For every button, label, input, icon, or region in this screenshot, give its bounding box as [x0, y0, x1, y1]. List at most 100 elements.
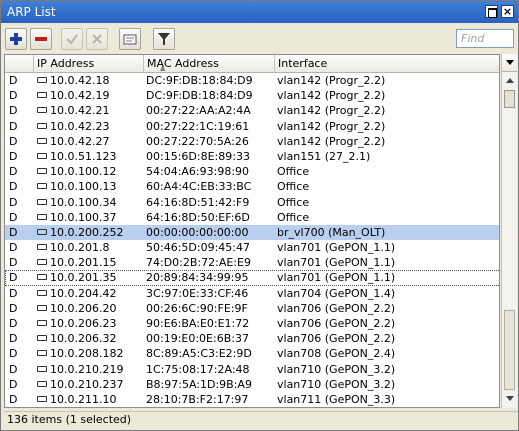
table-row[interactable]: D 10.0.201.8 50:46:5D:09:45:47 vlan701 (GeP… [5, 240, 499, 255]
comment-button[interactable] [119, 28, 141, 50]
row-ip-address: 10.0.201.8 [37, 240, 143, 255]
table-body: D 10.0.42.18 DC:9F:DB:18:84:D9 vlan142 (Pro… [5, 73, 500, 408]
row-mac-address: 3C:97:0E:33:CF:46 [146, 286, 249, 300]
minus-icon [35, 37, 47, 41]
restore-icon[interactable] [485, 5, 498, 18]
row-ip-text: 10.0.42.18 [50, 74, 110, 87]
network-card-icon [37, 244, 47, 251]
row-ip-text: 10.0.51.123 [50, 149, 117, 163]
table-row[interactable]: D 10.0.42.18 DC:9F:DB:18:84:D9 vlan142 (Pro… [5, 73, 499, 88]
network-card-icon [37, 335, 47, 342]
row-interface: Office [277, 195, 310, 209]
column-header-ip-address[interactable]: IP Address ▲ [34, 55, 165, 72]
row-mac-address: 28:10:7B:F2:17:97 [146, 392, 249, 406]
row-mac-address: 50:46:5D:5E:C2:75 [146, 407, 274, 408]
column-menu-button[interactable] [502, 54, 517, 72]
row-ip-text: 10.0.42.21 [50, 104, 110, 118]
add-button[interactable] [5, 28, 27, 50]
table-row[interactable]: D 10.0.100.12 54:04:A6:93:98:90 Office [5, 164, 499, 179]
row-mac-address: 64:16:8D:51:42:F9 [146, 195, 250, 209]
row-mac-address: 1C:75:08:17:2A:48 [146, 362, 250, 376]
table-row[interactable]: D 10.0.201.15 74:D0:2B:72:AE:E9 vlan701 (Ge… [5, 255, 499, 270]
scroll-down-icon[interactable] [503, 392, 516, 405]
row-interface: vlan710 (GePON_3.2) [277, 377, 396, 391]
row-ip-address: 10.0.208.182 [37, 346, 143, 361]
column-header-mac-address[interactable]: MAC Address [144, 55, 275, 72]
table-row[interactable]: D 10.0.206.32 00:19:E0:0E:6B:37 vlan706 (Ge… [5, 331, 499, 346]
row-ip-address: 10.0.206.32 [37, 331, 143, 346]
table-row[interactable]: D 10.0.100.34 64:16:8D:51:42:F9 Office [5, 195, 499, 210]
table-row[interactable]: D 10.0.100.37 64:16:8D:50:EF:6D Office [5, 210, 499, 225]
row-flag: D [9, 180, 18, 194]
table-row[interactable]: D 10.0.206.20 00:26:6C:90:FE:9F vlan706 (Ge… [5, 301, 499, 316]
table-header: IP Address ▲ MAC Address Interface [5, 55, 499, 73]
row-interface: vlan711 (GePON_3.3) [277, 392, 396, 406]
row-ip-address: 10.0.211.10 [37, 392, 143, 407]
row-flag: D [9, 119, 18, 133]
filter-button[interactable] [153, 28, 175, 50]
row-flag: D [9, 377, 18, 391]
network-card-icon [37, 137, 47, 144]
column-header-flag[interactable] [5, 55, 34, 72]
table-row[interactable]: D 10.0.51.123 00:15:6D:8E:89:33 vlan151 (27… [5, 149, 499, 164]
table-row[interactable]: D 10.0.201.35 20:89:84:34:99:95 vlan701 (Ge… [5, 270, 499, 286]
row-flag: D [9, 241, 18, 255]
network-card-icon [37, 168, 47, 175]
table-row[interactable]: D 10.0.42.21 00:27:22:AA:A2:4A vlan142 (Pro… [5, 103, 499, 118]
row-ip-text: 10.0.204.42 [50, 286, 117, 300]
row-ip-text: 10.0.42.19 [50, 89, 110, 103]
row-flag: D [9, 392, 18, 406]
table-row[interactable]: D 10.0.210.219 1C:75:08:17:2A:48 vlan710 (G… [5, 362, 499, 377]
window-title: ARP List [7, 5, 56, 19]
row-ip-text: 10.0.206.20 [50, 301, 117, 315]
table-row[interactable]: D 10.0.211.10 28:10:7B:F2:17:97 vlan711 (Ge… [5, 392, 499, 407]
table-row[interactable]: D 10.0.208.182 8C:89:A5:C3:E2:9D vlan708 (G… [5, 346, 499, 361]
table-row[interactable]: D 10.0.200.252 00:00:00:00:00:00 br_vl700 (… [5, 224, 499, 241]
table-row[interactable]: D 10.0.210.237 B8:97:5A:1D:9B:A9 vlan710 (G… [5, 377, 499, 392]
disable-button[interactable] [86, 28, 108, 50]
table-row[interactable]: D 10.0.42.27 00:27:22:70:5A:26 vlan142 (Pro… [5, 134, 499, 149]
row-ip-address: 10.0.200.252 [37, 225, 143, 240]
row-flag: D [9, 256, 18, 270]
row-ip-address: 10.0.210.219 [37, 362, 143, 377]
row-interface: vlan701 (GePON_1.1) [277, 271, 396, 285]
row-ip-text: 10.0.206.32 [50, 332, 117, 346]
table-row[interactable]: D 10.0.206.23 90:E6:BA:E0:E1:72 vlan706 (Ge… [5, 316, 499, 331]
row-interface: Office [277, 165, 310, 179]
row-interface: vlan142 (Progr_2.2) [277, 119, 386, 133]
scroll-up-icon[interactable] [503, 74, 516, 87]
row-ip-text: 10.0.100.37 [50, 210, 117, 224]
row-interface: vlan704 (GePON_1.4) [277, 286, 396, 300]
x-icon [92, 34, 102, 44]
row-flag: D [9, 317, 18, 330]
row-ip-text: 10.0.206.23 [50, 317, 117, 330]
table-row[interactable]: D 10.0.204.42 3C:97:0E:33:CF:46 vlan704 (Ge… [5, 286, 499, 301]
table-row[interactable]: D 10.0.100.13 60:A4:4C:EB:33:BC Office [5, 179, 499, 194]
vertical-scrollbar[interactable] [501, 54, 517, 408]
title-bar[interactable]: ARP List × [1, 1, 518, 23]
table-row[interactable]: D 10.0.42.23 00:27:22:1C:19:61 vlan142 (Pro… [5, 119, 499, 134]
column-header-interface[interactable]: Interface [275, 55, 499, 72]
row-mac-address: 00:15:6D:8E:89:33 [146, 149, 250, 163]
row-ip-text: 10.0.100.12 [50, 165, 117, 179]
scroll-thumb[interactable] [504, 90, 515, 108]
row-flag: D [9, 225, 18, 239]
scroll-track-lower[interactable] [504, 310, 515, 390]
find-input[interactable]: Find [456, 29, 514, 48]
row-interface: vlan711 (GePON_3.3) [277, 407, 499, 408]
close-icon[interactable]: × [501, 5, 514, 18]
row-ip-address: 10.0.42.18 [37, 73, 143, 88]
row-flag: D [9, 89, 18, 103]
row-ip-text: 10.0.42.23 [50, 119, 110, 133]
table-row[interactable]: D 10.0.211.1550:46:5D:5E:C2:75vlan711 (Ge… [5, 407, 500, 408]
row-flag: D [9, 362, 18, 376]
table-row[interactable]: D 10.0.42.19 DC:9F:DB:18:84:D9 vlan142 (Pro… [5, 88, 499, 103]
enable-button[interactable] [61, 28, 83, 50]
row-flag: D [9, 149, 18, 163]
network-card-icon [37, 77, 47, 83]
row-ip-address: 10.0.42.21 [37, 103, 143, 118]
row-mac-address: 20:89:84:34:99:95 [146, 271, 249, 285]
remove-button[interactable] [30, 28, 52, 50]
row-interface: vlan706 (GePON_2.2) [277, 317, 396, 330]
check-icon [66, 34, 78, 45]
